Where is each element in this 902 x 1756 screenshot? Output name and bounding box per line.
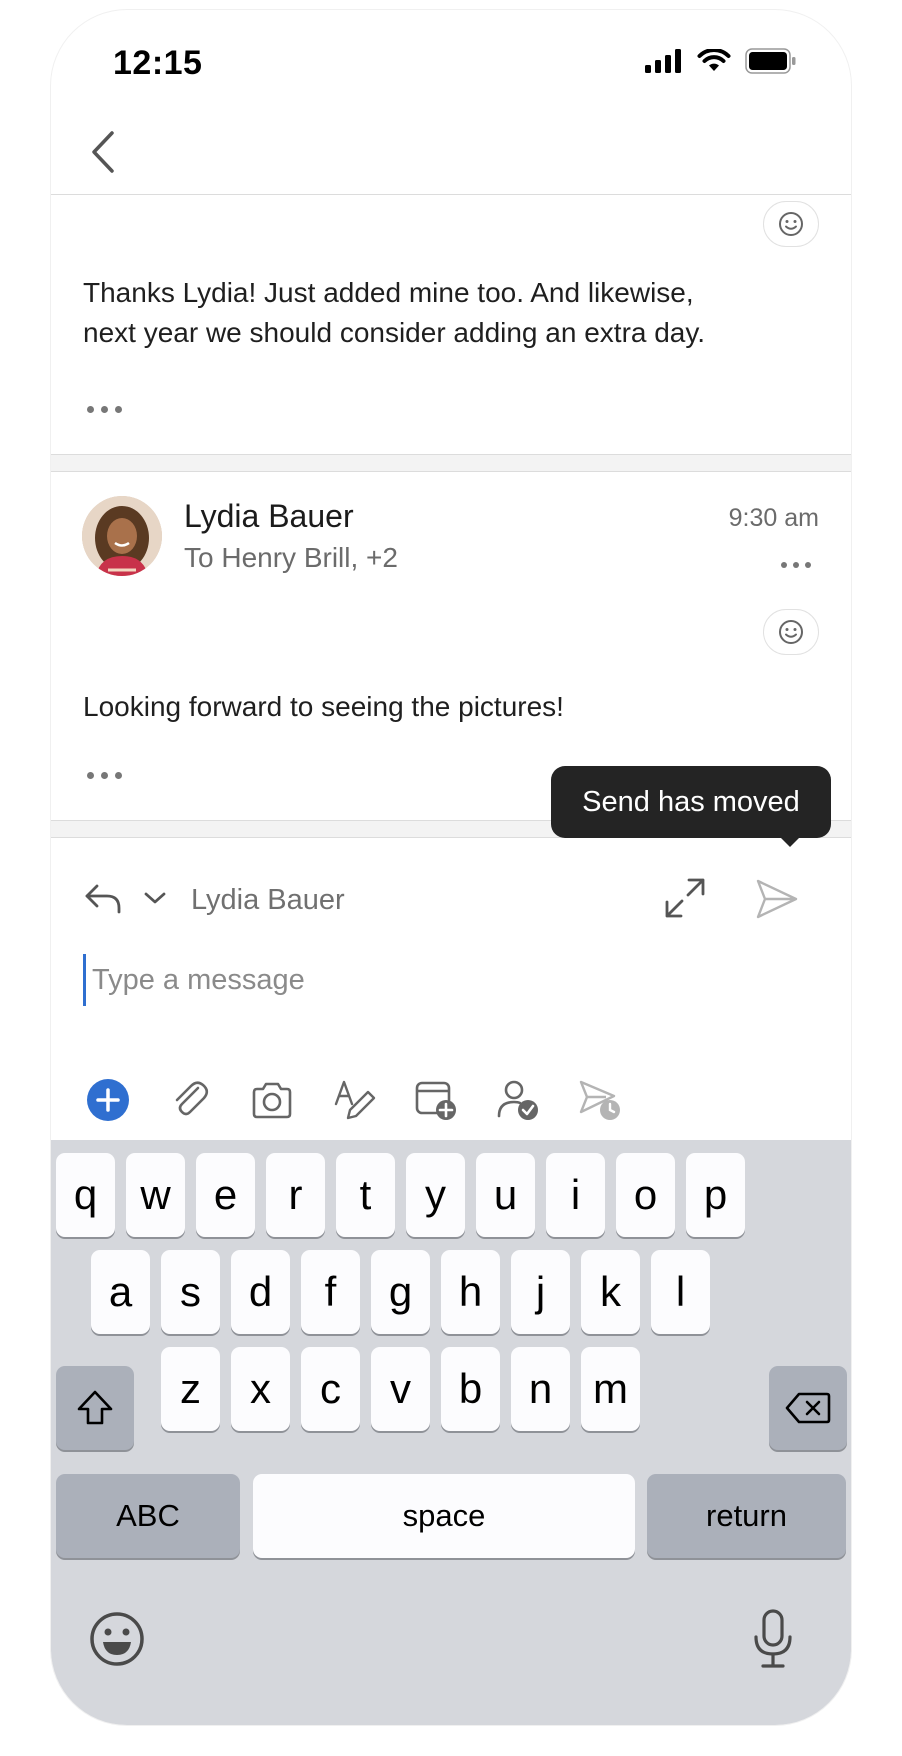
expand-button[interactable] bbox=[663, 876, 707, 925]
key-g[interactable]: g bbox=[371, 1250, 430, 1334]
key-x[interactable]: x bbox=[231, 1347, 290, 1431]
message-body: Looking forward to seeing the pictures! bbox=[83, 687, 564, 727]
tooltip-text: Send has moved bbox=[582, 785, 800, 818]
key-l[interactable]: l bbox=[651, 1250, 710, 1334]
message-separator bbox=[51, 454, 851, 472]
shift-icon bbox=[77, 1390, 113, 1425]
message-body: Thanks Lydia! Just added mine too. And l… bbox=[83, 273, 705, 353]
recipients[interactable]: To Henry Brill, +2 bbox=[184, 542, 398, 574]
calendar-add-icon bbox=[415, 1081, 456, 1120]
key-j[interactable]: j bbox=[511, 1250, 570, 1334]
show-more-button[interactable] bbox=[87, 400, 122, 419]
signal-icon bbox=[645, 49, 681, 73]
send-button[interactable] bbox=[755, 878, 799, 925]
availability-button[interactable] bbox=[493, 1075, 543, 1125]
reply-recipient[interactable]: Lydia Bauer bbox=[191, 884, 345, 917]
return-key[interactable]: return bbox=[647, 1474, 846, 1558]
key-i[interactable]: i bbox=[546, 1153, 605, 1237]
key-s[interactable]: s bbox=[161, 1250, 220, 1334]
key-z[interactable]: z bbox=[161, 1347, 220, 1431]
reply-button[interactable] bbox=[83, 882, 123, 921]
tooltip-pointer bbox=[777, 834, 803, 847]
schedule-send-icon bbox=[579, 1080, 620, 1120]
message-actions-button[interactable] bbox=[781, 562, 811, 568]
format-text-icon bbox=[334, 1080, 376, 1120]
message-time: 9:30 am bbox=[728, 504, 819, 532]
keyboard: qwertyuiop asdfghjkl zxcvbnm ABC space r… bbox=[51, 1140, 851, 1725]
format-button[interactable] bbox=[329, 1075, 379, 1125]
attach-button[interactable] bbox=[165, 1075, 215, 1125]
reply-icon bbox=[85, 884, 121, 914]
message-line: Thanks Lydia! Just added mine too. And l… bbox=[83, 277, 694, 308]
avatar[interactable] bbox=[82, 496, 162, 576]
status-icons bbox=[645, 48, 797, 74]
chevron-left-icon bbox=[92, 131, 114, 173]
battery-icon bbox=[745, 48, 796, 74]
smiley-icon bbox=[779, 212, 803, 236]
key-f[interactable]: f bbox=[301, 1250, 360, 1334]
abc-key[interactable]: ABC bbox=[56, 1474, 240, 1558]
camera-button[interactable] bbox=[247, 1075, 297, 1125]
attachment-icon bbox=[175, 1081, 209, 1116]
key-m[interactable]: m bbox=[581, 1347, 640, 1431]
space-key[interactable]: space bbox=[253, 1474, 635, 1558]
shift-key[interactable] bbox=[56, 1366, 134, 1450]
react-button[interactable] bbox=[763, 609, 819, 655]
key-n[interactable]: n bbox=[511, 1347, 570, 1431]
send-icon bbox=[756, 879, 798, 919]
dictation-button[interactable] bbox=[751, 1608, 795, 1675]
key-w[interactable]: w bbox=[126, 1153, 185, 1237]
delete-key[interactable] bbox=[769, 1366, 847, 1450]
react-button[interactable] bbox=[763, 201, 819, 247]
key-o[interactable]: o bbox=[616, 1153, 675, 1237]
key-v[interactable]: v bbox=[371, 1347, 430, 1431]
add-icon bbox=[87, 1079, 129, 1121]
key-c[interactable]: c bbox=[301, 1347, 360, 1431]
key-u[interactable]: u bbox=[476, 1153, 535, 1237]
emoji-icon bbox=[90, 1612, 144, 1666]
key-q[interactable]: q bbox=[56, 1153, 115, 1237]
message-line: Looking forward to seeing the pictures! bbox=[83, 691, 564, 722]
reply-header: Lydia Bauer bbox=[51, 872, 851, 932]
header-divider bbox=[51, 194, 851, 195]
add-button[interactable] bbox=[83, 1075, 133, 1125]
show-more-button[interactable] bbox=[87, 766, 122, 785]
key-r[interactable]: r bbox=[266, 1153, 325, 1237]
phone-screen: 12:15 Thanks Lydia! Just added mine too.… bbox=[51, 10, 851, 1725]
wifi-icon bbox=[697, 49, 731, 71]
key-d[interactable]: d bbox=[231, 1250, 290, 1334]
sender-name: Lydia Bauer bbox=[184, 498, 354, 534]
camera-icon bbox=[252, 1082, 292, 1119]
emoji-keyboard-button[interactable] bbox=[89, 1611, 145, 1672]
chevron-down-icon bbox=[144, 892, 166, 904]
availability-icon bbox=[497, 1080, 538, 1120]
send-moved-tooltip: Send has moved bbox=[551, 766, 831, 838]
key-a[interactable]: a bbox=[91, 1250, 150, 1334]
smiley-icon bbox=[779, 620, 803, 644]
key-y[interactable]: y bbox=[406, 1153, 465, 1237]
status-time: 12:15 bbox=[113, 44, 203, 82]
microphone-icon bbox=[754, 1609, 792, 1668]
avatar-image bbox=[82, 496, 162, 576]
key-t[interactable]: t bbox=[336, 1153, 395, 1237]
expand-icon bbox=[665, 878, 705, 918]
backspace-icon bbox=[785, 1392, 831, 1424]
back-button[interactable] bbox=[81, 122, 125, 182]
message-input[interactable] bbox=[83, 954, 792, 1006]
key-b[interactable]: b bbox=[441, 1347, 500, 1431]
message-line: next year we should consider adding an e… bbox=[83, 317, 706, 348]
reply-options-button[interactable] bbox=[143, 890, 167, 911]
key-p[interactable]: p bbox=[686, 1153, 745, 1237]
key-h[interactable]: h bbox=[441, 1250, 500, 1334]
compose-toolbar bbox=[83, 1070, 625, 1130]
key-e[interactable]: e bbox=[196, 1153, 255, 1237]
schedule-send-button[interactable] bbox=[575, 1075, 625, 1125]
key-k[interactable]: k bbox=[581, 1250, 640, 1334]
calendar-button[interactable] bbox=[411, 1075, 461, 1125]
